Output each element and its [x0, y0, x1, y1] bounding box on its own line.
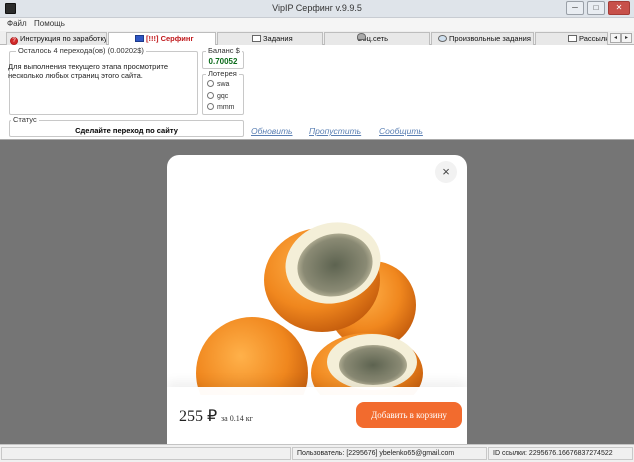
menu-file[interactable]: Файл [7, 19, 27, 28]
web-view[interactable]: × 255 ₽ за 0.14 кг Добавить в корзину [0, 140, 634, 444]
balance-value: 0.70052 [208, 57, 238, 66]
lottery-option-mmm[interactable]: mmm [207, 103, 235, 111]
statusbar-ref-id: ID ссылки: 2295676.16676837274522 [488, 447, 633, 460]
skip-link[interactable]: Пропустить [309, 126, 361, 136]
balance-label: Баланс $ [206, 46, 242, 55]
close-button[interactable]: ✕ [608, 1, 630, 15]
report-link[interactable]: Сообщить [379, 126, 423, 136]
statusbar-empty [1, 447, 291, 460]
radio-icon [207, 92, 214, 99]
mail-icon [568, 35, 577, 42]
product-modal: × 255 ₽ за 0.14 кг Добавить в корзину [167, 155, 467, 444]
surfing-panel: Осталось 4 перехода(ов) (0.00202$) Для в… [0, 45, 634, 140]
product-image [196, 222, 423, 395]
tab-social[interactable]: Соц.сеть [324, 32, 430, 45]
tab-label: Инструкция по заработку [20, 34, 107, 43]
tab-label: Рассылки [579, 34, 607, 43]
add-to-cart-button[interactable]: Добавить в корзину [356, 402, 462, 428]
tab-strip: ? Инструкция по заработку [!!!] Серфинг З… [0, 31, 634, 46]
modal-close-button[interactable]: × [435, 161, 457, 183]
lottery-option-swa[interactable]: swa [207, 80, 229, 88]
product-price: 255 ₽ [179, 408, 218, 425]
tab-scroll-right[interactable]: ▸ [621, 33, 632, 43]
tasks-icon [252, 35, 261, 42]
tab-scroll-left[interactable]: ◂ [610, 33, 621, 43]
balance-group: Баланс $ 0.70052 [202, 46, 244, 69]
price-bar: 255 ₽ за 0.14 кг Добавить в корзину [167, 387, 467, 444]
tab-label: [!!!] Серфинг [146, 34, 194, 43]
status-label: Статус [11, 115, 39, 124]
tab-tasks[interactable]: Задания [217, 32, 323, 45]
lottery-group: Лотерея swa gqc mmm [202, 69, 244, 115]
status-group: Статус Сделайте переход по сайту [9, 115, 244, 137]
radio-icon [207, 103, 214, 110]
refresh-link[interactable]: Обновить [251, 126, 293, 136]
tab-label: Задания [263, 34, 293, 43]
radio-icon [207, 80, 214, 87]
menu-bar: Файл Помощь [0, 18, 634, 31]
task-remaining: Осталось 4 перехода(ов) (0.00202$) [16, 46, 146, 55]
tab-custom-tasks[interactable]: Произвольные задания [431, 32, 534, 45]
status-text: Сделайте переход по сайту [75, 126, 178, 135]
tab-instruction[interactable]: ? Инструкция по заработку [6, 32, 107, 45]
task-description: Для выполнения текущего этапа просмотрит… [8, 62, 169, 80]
task-group: Осталось 4 перехода(ов) (0.00202$) [9, 46, 198, 115]
menu-help[interactable]: Помощь [34, 19, 65, 28]
title-bar: VipIP Серфинг v.9.9.5 ─ □ ✕ [0, 0, 634, 18]
window-title: VipIP Серфинг v.9.9.5 [272, 3, 362, 13]
tab-surfing[interactable]: [!!!] Серфинг [108, 32, 216, 46]
question-icon: ? [10, 37, 18, 45]
maximize-button[interactable]: □ [587, 1, 605, 15]
minimize-button[interactable]: ─ [566, 1, 584, 15]
lottery-label: Лотерея [206, 69, 239, 78]
statusbar-user: Пользователь: [2295676] ybelenko65@gmail… [292, 447, 487, 460]
lottery-option-gqc[interactable]: gqc [207, 92, 228, 100]
globe-icon [438, 35, 447, 42]
tab-mailings[interactable]: Рассылки [535, 32, 608, 45]
product-weight: за 0.14 кг [221, 414, 253, 423]
tab-label: Произвольные задания [449, 34, 531, 43]
social-icon [357, 33, 366, 40]
surf-icon [135, 35, 144, 42]
status-bar: Пользователь: [2295676] ybelenko65@gmail… [0, 444, 634, 462]
